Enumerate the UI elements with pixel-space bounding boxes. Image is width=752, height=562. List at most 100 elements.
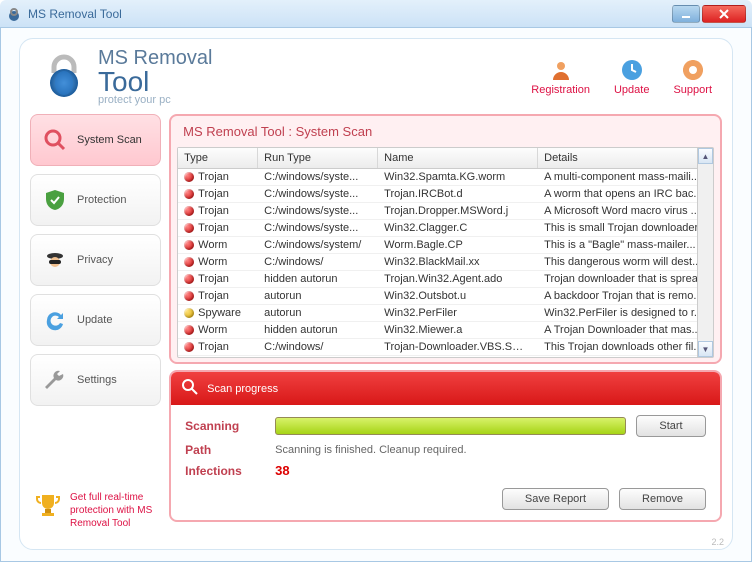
cell-name: Trojan.IRCBot.d xyxy=(378,186,538,202)
window-title: MS Removal Tool xyxy=(28,7,672,21)
cell-type: Spyware xyxy=(198,307,241,319)
header-link-label: Support xyxy=(673,84,712,96)
support-icon xyxy=(681,58,705,82)
cell-type: Trojan xyxy=(198,290,229,302)
cell-details: A worm that opens an IRC bac... xyxy=(538,186,713,202)
titlebar: MS Removal Tool xyxy=(0,0,752,28)
shield-icon xyxy=(43,188,67,212)
table-row[interactable]: WormC:/windows/Win32.BlackMail.xxThis da… xyxy=(178,254,713,271)
cell-name: Worm.Bagle.CP xyxy=(378,237,538,253)
cell-details: This dangerous worm will dest... xyxy=(538,254,713,270)
threat-dot-icon xyxy=(184,172,194,182)
close-button[interactable] xyxy=(702,5,746,23)
table-row[interactable]: Trojan C:/windows/syste...Win32.Spamta.KG… xyxy=(178,169,713,186)
cell-name: Trojan.Win32.Agent.ado xyxy=(378,271,538,287)
table-row[interactable]: Trojan C:/windows/syste...Trojan.IRCBot.d… xyxy=(178,186,713,203)
threat-dot-icon xyxy=(184,325,194,335)
threat-dot-icon xyxy=(184,342,194,352)
scroll-down-icon[interactable]: ▼ xyxy=(698,341,713,357)
cell-details: A backdoor Trojan that is remo... xyxy=(538,288,713,304)
table-row[interactable]: TrojanC:/windows/Trojan-Downloader.VBS.S… xyxy=(178,339,713,356)
magnifier-icon xyxy=(181,378,199,399)
table-row[interactable]: SpywareautorunWin32.PerFilerWin32.PerFil… xyxy=(178,305,713,322)
promo-text: Get full real-time protection with MS Re… xyxy=(70,491,157,530)
path-label: Path xyxy=(185,443,265,457)
promo[interactable]: Get full real-time protection with MS Re… xyxy=(30,487,161,534)
user-icon xyxy=(549,58,573,82)
table-row[interactable]: TrojanC:/windows/syste...Trojan.Dropper.… xyxy=(178,203,713,220)
cell-name: Win32.Peacomm.dam xyxy=(378,356,538,357)
sidebar-item-label: Update xyxy=(77,314,112,326)
table-row[interactable]: Wormhidden autorunWin32.Miewer.aA Trojan… xyxy=(178,322,713,339)
save-report-button[interactable]: Save Report xyxy=(502,488,609,510)
update-icon xyxy=(620,58,644,82)
path-value: Scanning is finished. Cleanup required. xyxy=(275,444,706,456)
sidebar-item-label: Protection xyxy=(77,194,127,206)
cell-details: Trojan downloader that is sprea... xyxy=(538,271,713,287)
cell-name: Win32.Spamta.KG.worm xyxy=(378,169,538,185)
header-link-update[interactable]: Update xyxy=(614,58,649,96)
sidebar-item-update[interactable]: Update xyxy=(30,294,161,346)
table-row[interactable]: WormautorunWin32.Peacomm.damA Trojan Dow… xyxy=(178,356,713,357)
threat-dot-icon xyxy=(184,240,194,250)
header-link-support[interactable]: Support xyxy=(673,58,712,96)
lock-icon xyxy=(40,53,88,101)
col-name[interactable]: Name xyxy=(378,148,538,168)
progress-panel: Scan progress Scanning Start Path Scanni… xyxy=(169,370,722,522)
threat-dot-icon xyxy=(184,189,194,199)
cell-type: Trojan xyxy=(198,171,229,183)
sidebar-item-label: System Scan xyxy=(77,134,142,146)
sidebar-item-protection[interactable]: Protection xyxy=(30,174,161,226)
cell-type: Worm xyxy=(198,256,227,268)
cell-type: Trojan xyxy=(198,188,229,200)
threat-dot-icon xyxy=(184,308,194,318)
magnifier-icon xyxy=(43,128,67,152)
logo-tagline: protect your pc xyxy=(98,94,212,106)
scrollbar[interactable]: ▲ ▼ xyxy=(697,148,713,357)
col-details[interactable]: Details xyxy=(538,148,713,168)
sidebar-item-settings[interactable]: Settings xyxy=(30,354,161,406)
sidebar-item-system-scan[interactable]: System Scan xyxy=(30,114,161,166)
cell-type: Worm xyxy=(198,239,227,251)
cell-name: Win32.Clagger.C xyxy=(378,220,538,236)
cell-type: Trojan xyxy=(198,222,229,234)
threat-dot-icon xyxy=(184,206,194,216)
threat-dot-icon xyxy=(184,291,194,301)
minimize-button[interactable] xyxy=(672,5,700,23)
infections-count: 38 xyxy=(275,463,706,478)
cell-details: A multi-component mass-maili... xyxy=(538,169,713,185)
col-type[interactable]: Type xyxy=(178,148,258,168)
progress-title: Scan progress xyxy=(207,383,278,395)
cell-details: A Microsoft Word macro virus ... xyxy=(538,203,713,219)
cell-runtype: autorun xyxy=(258,305,378,321)
col-runtype[interactable]: Run Type xyxy=(258,148,378,168)
sidebar-item-privacy[interactable]: Privacy xyxy=(30,234,161,286)
cell-runtype: C:/windows/syste... xyxy=(258,203,378,219)
cell-name: Win32.PerFiler xyxy=(378,305,538,321)
cell-runtype: autorun xyxy=(258,356,378,357)
table-row[interactable]: Trojanhidden autorunTrojan.Win32.Agent.a… xyxy=(178,271,713,288)
progress-bar xyxy=(275,417,626,435)
scanning-label: Scanning xyxy=(185,419,265,433)
scroll-up-icon[interactable]: ▲ xyxy=(698,148,713,164)
trophy-icon xyxy=(34,491,62,519)
refresh-icon xyxy=(43,308,67,332)
cell-runtype: C:/windows/syste... xyxy=(258,169,378,185)
cell-runtype: C:/windows/ xyxy=(258,339,378,355)
sidebar-item-label: Settings xyxy=(77,374,117,386)
start-button[interactable]: Start xyxy=(636,415,706,437)
remove-button[interactable]: Remove xyxy=(619,488,706,510)
cell-runtype: hidden autorun xyxy=(258,271,378,287)
spy-icon xyxy=(43,248,67,272)
table-row[interactable]: WormC:/windows/system/Worm.Bagle.CPThis … xyxy=(178,237,713,254)
cell-details: A Trojan Downloader that mas... xyxy=(538,322,713,338)
cell-name: Win32.Outsbot.u xyxy=(378,288,538,304)
table-row[interactable]: TrojanautorunWin32.Outsbot.uA backdoor T… xyxy=(178,288,713,305)
app-icon xyxy=(6,6,22,22)
cell-runtype: C:/windows/ xyxy=(258,254,378,270)
version-label: 2.2 xyxy=(711,537,724,547)
header-link-registration[interactable]: Registration xyxy=(531,58,590,96)
header: MS Removal Tool protect your pc Registra… xyxy=(30,47,722,114)
table-row[interactable]: TrojanC:/windows/syste...Win32.Clagger.C… xyxy=(178,220,713,237)
cell-runtype: C:/windows/syste... xyxy=(258,186,378,202)
